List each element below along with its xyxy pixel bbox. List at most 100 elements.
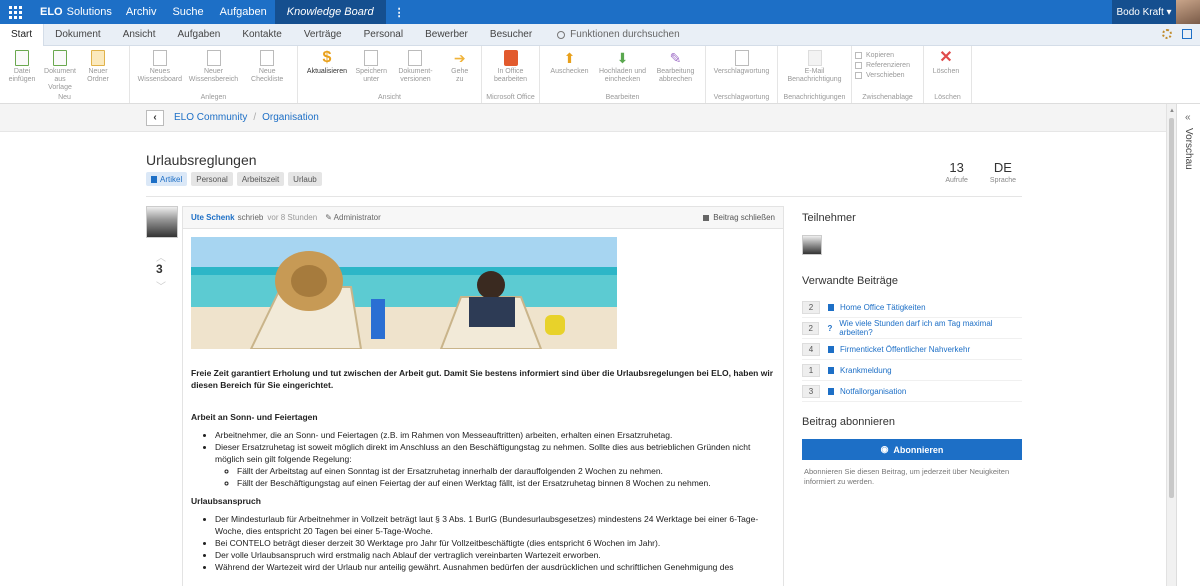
rss-icon: ◉ — [880, 444, 889, 454]
group-label: Zwischenablage — [862, 94, 913, 101]
tag-arbeitszeit[interactable]: Arbeitszeit — [236, 172, 285, 186]
list-item: Während der Wartezeit wird der Urlaub nu… — [215, 561, 777, 573]
group-zwischenablage: Kopieren Referenzieren Verschieben Zwisc… — [852, 46, 924, 103]
tab-kontakte[interactable]: Kontakte — [231, 24, 292, 46]
back-button[interactable]: ‹ — [146, 109, 164, 126]
related-item[interactable]: 1 Krankmeldung — [802, 360, 1022, 381]
nav-archiv[interactable]: Archiv — [118, 0, 165, 24]
tag-list: Artikel Personal Arbeitszeit Urlaub — [146, 172, 322, 186]
subscribe-note: Abonnieren Sie diesen Beitrag, um jederz… — [804, 467, 1010, 486]
header-divider — [146, 196, 1022, 197]
verschieben-button[interactable]: Verschieben — [855, 72, 910, 79]
btn-label: Dokument — [44, 68, 76, 75]
search-icon — [557, 30, 566, 39]
section-heading: Arbeit an Sonn- und Feiertagen — [191, 412, 318, 422]
function-search[interactable]: Funktionen durchsuchen — [557, 29, 680, 40]
tag-artikel[interactable]: Artikel — [146, 172, 188, 186]
related-link[interactable]: Krankmeldung — [840, 366, 892, 375]
expand-preview-icon[interactable]: « — [1185, 112, 1191, 123]
sub-list-item: Fällt der Beschäftigungstag auf einen Fe… — [237, 477, 777, 489]
btn-label: Auschecken — [550, 68, 589, 75]
breadcrumb-item-organisation[interactable]: Organisation — [262, 112, 319, 123]
user-avatar[interactable] — [1176, 0, 1200, 24]
views-label: Aufrufe — [945, 177, 968, 184]
reference-icon — [855, 62, 862, 69]
nav-aufgaben[interactable]: Aufgaben — [212, 0, 275, 24]
preview-label: Vorschau — [1183, 128, 1194, 170]
settings-icon[interactable] — [1162, 29, 1172, 39]
nav-suche[interactable]: Suche — [164, 0, 211, 24]
related-list: 2 Home Office Tätigkeiten 2? Wie viele Stu… — [802, 297, 1022, 402]
tab-ansicht[interactable]: Ansicht — [112, 24, 167, 46]
tag-personal[interactable]: Personal — [191, 172, 233, 186]
group-label: Neu — [58, 94, 71, 101]
related-count: 2 — [802, 300, 820, 314]
group-loeschen: ✕ Löschen Löschen — [924, 46, 972, 103]
related-item[interactable]: 2 Home Office Tätigkeiten — [802, 297, 1022, 318]
book-icon — [151, 175, 157, 183]
breadcrumb-bar: ‹ ELO Community / Organisation — [0, 104, 1166, 132]
tab-start[interactable]: Start — [0, 23, 45, 46]
post-header: Ute Schenk schrieb vor 8 Stunden ✎ Admin… — [183, 207, 783, 229]
group-neu: Datei einfügen Dokument aus Vorlage Neuer O… — [0, 46, 130, 103]
book-icon — [828, 387, 834, 395]
user-menu[interactable]: Bodo Kraft ▾ — [1112, 0, 1176, 24]
btn-label: Neuer — [203, 68, 224, 75]
kopieren-button[interactable]: Kopieren — [855, 52, 910, 59]
tab-bewerber[interactable]: Bewerber — [414, 24, 479, 46]
tab-dokument[interactable]: Dokument — [44, 24, 112, 46]
author-avatar[interactable] — [146, 206, 178, 238]
ribbon: Datei einfügen Dokument aus Vorlage Neuer O… — [0, 46, 1200, 104]
btn-label: Hochladen und — [598, 68, 647, 75]
btn-label: Datei — [13, 68, 31, 75]
related-link[interactable]: Firmenticket Öffentlicher Nahverkehr — [840, 345, 970, 354]
related-link[interactable]: Home Office Tätigkeiten — [840, 303, 926, 312]
list-item: Der Mindesturlaub für Arbeitnehmer in Vo… — [215, 513, 777, 537]
tab-vertraege[interactable]: Verträge — [293, 24, 353, 46]
tag-urlaub[interactable]: Urlaub — [288, 172, 322, 186]
language-value: DE — [993, 160, 1012, 175]
lock-icon — [703, 214, 710, 221]
related-item[interactable]: 2? Wie viele Stunden darf ich am Tag maxi… — [802, 318, 1022, 339]
participants-title: Teilnehmer — [802, 212, 856, 224]
sub-list: Fällt der Arbeitstag auf einen Sonntag i… — [215, 465, 777, 489]
tab-aufgaben[interactable]: Aufgaben — [167, 24, 232, 46]
downvote-icon[interactable]: ﹀ — [156, 278, 166, 293]
nav-knowledge-board[interactable]: Knowledge Board — [274, 0, 386, 24]
vertical-scrollbar[interactable]: ▲ — [1166, 104, 1176, 586]
brand-rest: Solutions — [66, 6, 112, 18]
subscribe-button[interactable]: ◉ Abonnieren — [802, 439, 1022, 460]
close-post-button[interactable]: Beitrag schließen — [703, 213, 775, 222]
btn-label: In Office — [497, 68, 524, 75]
btn-label: versionen — [400, 76, 431, 83]
email-icon — [807, 50, 822, 66]
more-menu-icon[interactable]: ⋮ — [386, 0, 406, 24]
referenzieren-button[interactable]: Referenzieren — [855, 62, 910, 69]
related-item[interactable]: 4 Firmenticket Öffentlicher Nahverkehr — [802, 339, 1022, 360]
preview-pane[interactable]: « Vorschau — [1176, 104, 1200, 586]
related-link[interactable]: Notfallorganisation — [840, 387, 906, 396]
participant-avatar[interactable] — [802, 235, 822, 255]
btn-label: Wissensbereich — [188, 76, 239, 83]
refresh-icon: $ — [322, 49, 332, 66]
group-ansicht: $ Aktualisieren Speichern unter Dokument-… — [298, 46, 482, 103]
app-grid-icon[interactable] — [0, 0, 30, 24]
group-label: Verschlagwortung — [713, 94, 770, 101]
post-author[interactable]: Ute Schenk — [191, 213, 235, 222]
related-count: 3 — [802, 384, 820, 398]
fullscreen-icon[interactable] — [1182, 29, 1192, 39]
related-link[interactable]: Wie viele Stunden darf ich am Tag maxima… — [839, 319, 1022, 337]
tab-personal[interactable]: Personal — [353, 24, 414, 46]
scrollbar-thumb[interactable] — [1169, 118, 1174, 498]
related-item[interactable]: 3 Notfallorganisation — [802, 381, 1022, 402]
related-count: 4 — [802, 342, 820, 356]
post-body: Freie Zeit garantiert Erholung und tut z… — [191, 367, 777, 579]
brand-logo[interactable]: ELO Solutions — [40, 6, 112, 18]
btn-label: zu — [456, 76, 464, 83]
tab-besucher[interactable]: Besucher — [479, 24, 543, 46]
breadcrumb-separator: / — [253, 112, 257, 123]
breadcrumb-item-community[interactable]: ELO Community — [174, 112, 247, 123]
btn-label: Wissensboard — [137, 76, 183, 83]
views-stat: 13 Aufrufe — [945, 160, 968, 184]
scroll-up-icon[interactable]: ▲ — [1169, 108, 1175, 114]
